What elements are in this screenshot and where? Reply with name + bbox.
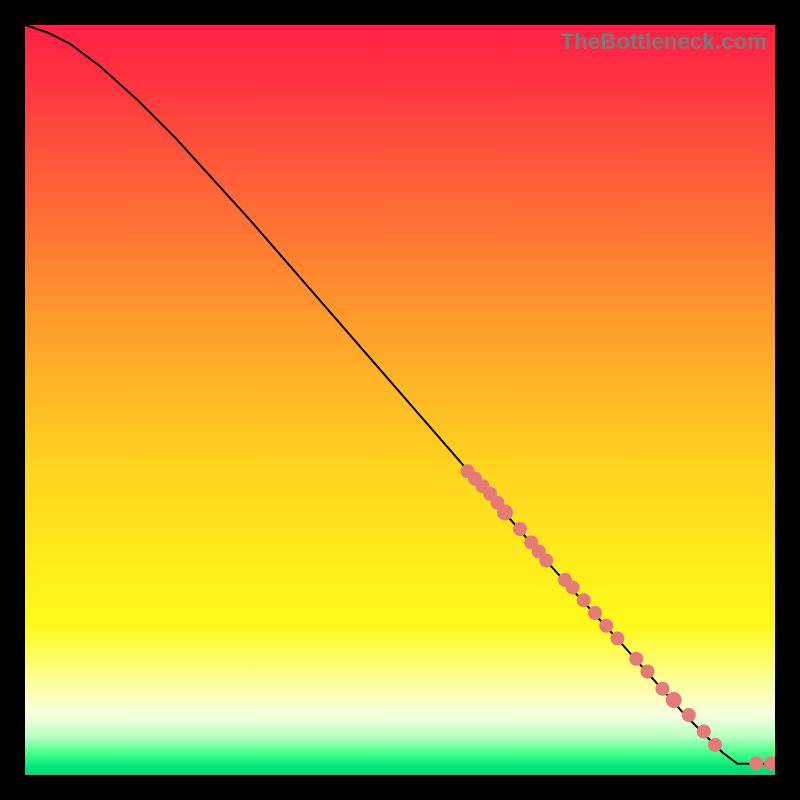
marker-dot: [588, 606, 602, 620]
marker-dot: [641, 665, 655, 679]
marker-dot: [697, 725, 711, 739]
marker-dot: [764, 757, 775, 771]
marker-dot: [629, 652, 643, 666]
chart-stage: TheBottleneck.com: [0, 0, 800, 800]
plot-area: TheBottleneck.com: [25, 25, 775, 775]
marker-dot: [682, 708, 696, 722]
marker-dot: [599, 619, 613, 633]
chart-overlay: [25, 25, 775, 775]
marker-dot: [656, 682, 670, 696]
marker-dot: [611, 632, 625, 646]
marker-dot: [666, 692, 682, 708]
marker-dot: [513, 522, 527, 536]
marker-dot: [497, 505, 513, 521]
bottleneck-curve: [25, 25, 775, 764]
marker-dot: [749, 757, 763, 771]
marker-dot: [708, 738, 722, 752]
marker-dot: [566, 581, 580, 595]
marker-dot: [577, 593, 591, 607]
marker-dot: [539, 554, 553, 568]
marker-group: [461, 464, 776, 771]
